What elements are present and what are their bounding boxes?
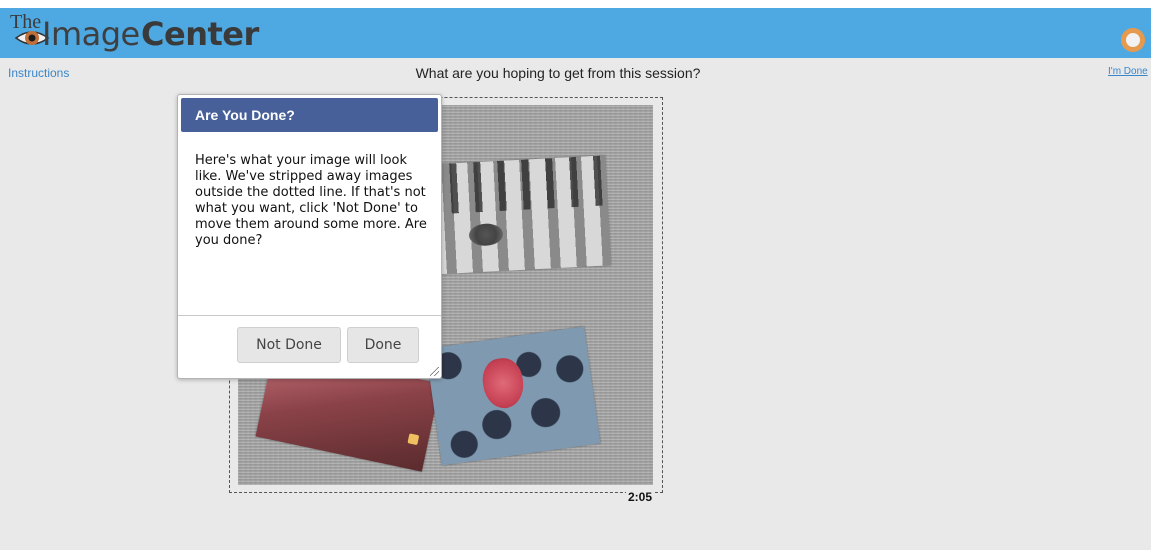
done-button[interactable]: Done	[347, 327, 419, 363]
session-question: What are you hoping to get from this ses…	[415, 65, 701, 81]
top-strip	[0, 0, 1151, 8]
not-done-button[interactable]: Not Done	[237, 327, 341, 363]
dialog-message: Here's what your image will look like. W…	[195, 153, 427, 248]
countdown-timer: 2:05	[626, 490, 655, 504]
are-you-done-dialog: Are You Done? Here's what your image wil…	[177, 94, 442, 379]
ring-icon[interactable]	[1121, 28, 1145, 52]
logo-image-text: Image	[42, 15, 140, 53]
pedestrians-graphic	[425, 155, 608, 215]
street-crosswalk-photo[interactable]	[425, 155, 611, 275]
im-done-link[interactable]: I'm Done	[1108, 66, 1148, 77]
logo-center-text: Center	[141, 15, 259, 53]
app-logo: The Image Center	[8, 10, 278, 56]
app-header: The Image Center	[0, 8, 1151, 58]
dialog-divider	[178, 315, 441, 316]
blueberries-raspberry-photo[interactable]	[425, 326, 601, 466]
dialog-title: Are You Done?	[181, 98, 438, 132]
top-bar: Instructions What are you hoping to get …	[0, 58, 1151, 88]
lamp-graphic	[407, 433, 420, 446]
raspberry-graphic	[479, 355, 527, 411]
manhole-graphic	[468, 222, 504, 247]
resize-grip-icon[interactable]	[430, 367, 439, 376]
